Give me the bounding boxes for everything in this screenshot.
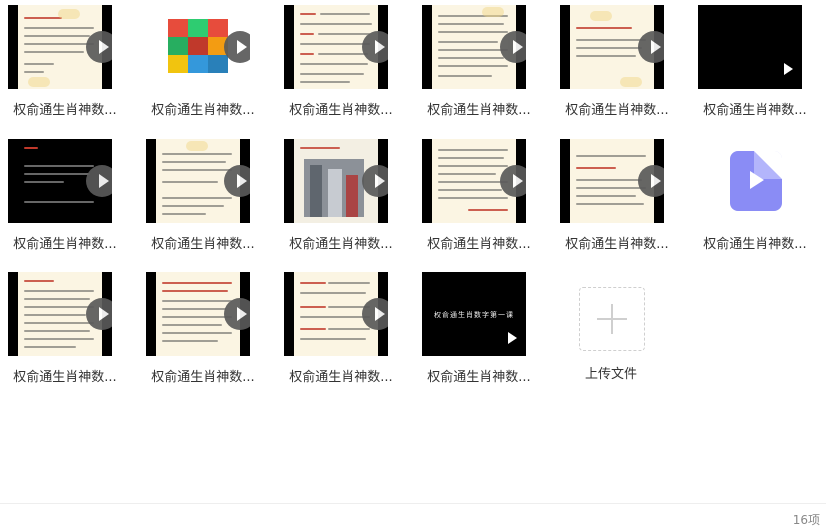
file-name[interactable]: 权俞通生肖神数... [690, 99, 820, 118]
file-tile[interactable]: 权俞通生肖神数... [0, 139, 130, 261]
file-tile[interactable]: 权俞通生肖神数... [276, 5, 406, 127]
file-name[interactable]: 权俞通生肖神数... [0, 366, 130, 385]
file-name[interactable]: 权俞通生肖神数... [276, 233, 406, 252]
video-thumbnail[interactable] [146, 139, 250, 223]
file-name[interactable]: 权俞通生肖神数... [0, 233, 130, 252]
play-icon[interactable] [500, 31, 526, 63]
file-tile[interactable]: 权俞通生肖神数... [552, 139, 682, 261]
video-thumbnail[interactable] [284, 139, 388, 223]
file-tile[interactable]: 权俞通生肖神数... [138, 139, 268, 261]
file-name[interactable]: 权俞通生肖神数... [276, 366, 406, 385]
file-tile[interactable]: 权俞通生肖神数... [0, 272, 130, 394]
play-icon[interactable] [86, 165, 112, 197]
file-tile[interactable]: 权俞通生肖神数... [276, 272, 406, 394]
play-icon[interactable] [224, 165, 250, 197]
file-tile[interactable]: 权俞通生肖神数... [276, 139, 406, 261]
play-icon[interactable] [500, 165, 526, 197]
file-name[interactable]: 权俞通生肖神数... [138, 233, 268, 252]
play-icon[interactable] [638, 165, 664, 197]
file-name[interactable]: 权俞通生肖神数... [414, 99, 544, 118]
video-thumbnail[interactable] [560, 5, 664, 89]
video-thumbnail[interactable] [560, 139, 664, 223]
file-tile[interactable]: 权俞通生肖神数... [138, 272, 268, 394]
play-icon[interactable] [362, 298, 388, 330]
file-name[interactable]: 权俞通生肖神数... [414, 366, 544, 385]
play-icon[interactable] [86, 31, 112, 63]
play-icon[interactable] [224, 298, 250, 330]
play-icon[interactable] [638, 31, 664, 63]
file-name[interactable]: 权俞通生肖神数... [414, 233, 544, 252]
play-icon[interactable] [362, 31, 388, 63]
video-thumbnail[interactable] [146, 272, 250, 356]
file-name[interactable]: 权俞通生肖神数... [690, 233, 820, 252]
item-count: 16项 [792, 513, 820, 527]
video-thumbnail[interactable] [422, 139, 526, 223]
file-tile[interactable]: 权俞通生肖神数... [414, 5, 544, 127]
file-name[interactable]: 权俞通生肖神数... [552, 233, 682, 252]
file-tile[interactable]: 权俞通生肖神数... [690, 5, 820, 127]
video-thumbnail[interactable] [8, 272, 112, 356]
video-file-icon[interactable] [730, 151, 782, 211]
video-thumbnail[interactable] [284, 272, 388, 356]
file-name[interactable]: 权俞通生肖神数... [552, 99, 682, 118]
play-icon[interactable] [508, 332, 517, 344]
video-thumbnail[interactable] [146, 5, 250, 89]
file-name[interactable]: 权俞通生肖神数... [276, 99, 406, 118]
play-icon[interactable] [362, 165, 388, 197]
video-thumbnail[interactable] [8, 139, 112, 223]
video-thumbnail[interactable] [698, 5, 802, 89]
upload-label[interactable]: 上传文件 [546, 363, 676, 382]
play-icon[interactable] [86, 298, 112, 330]
file-grid: 权俞通生肖神数... 权俞通生肖神数... 权俞通生肖神数... 权俞通生肖神数… [0, 0, 826, 500]
file-tile[interactable]: 权俞通生肖数字第一课 权俞通生肖神数... [414, 272, 544, 394]
file-name[interactable]: 权俞通生肖神数... [138, 99, 268, 118]
upload-button[interactable] [579, 287, 645, 351]
file-name[interactable]: 权俞通生肖神数... [0, 99, 130, 118]
file-tile[interactable]: 权俞通生肖神数... [138, 5, 268, 127]
file-name[interactable]: 权俞通生肖神数... [138, 366, 268, 385]
video-thumbnail[interactable] [422, 5, 526, 89]
file-tile[interactable]: 权俞通生肖神数... [414, 139, 544, 261]
play-icon[interactable] [224, 31, 250, 63]
plus-icon [611, 304, 613, 334]
video-title-text: 权俞通生肖数字第一课 [434, 311, 514, 319]
video-thumbnail[interactable] [284, 5, 388, 89]
file-tile[interactable]: 权俞通生肖神数... [0, 5, 130, 127]
video-thumbnail[interactable]: 权俞通生肖数字第一课 [422, 272, 526, 356]
status-bar: 16项 [0, 503, 826, 530]
file-tile[interactable]: 权俞通生肖神数... [690, 139, 820, 261]
file-tile[interactable]: 权俞通生肖神数... [552, 5, 682, 127]
video-thumbnail[interactable] [8, 5, 112, 89]
play-icon[interactable] [784, 63, 793, 75]
